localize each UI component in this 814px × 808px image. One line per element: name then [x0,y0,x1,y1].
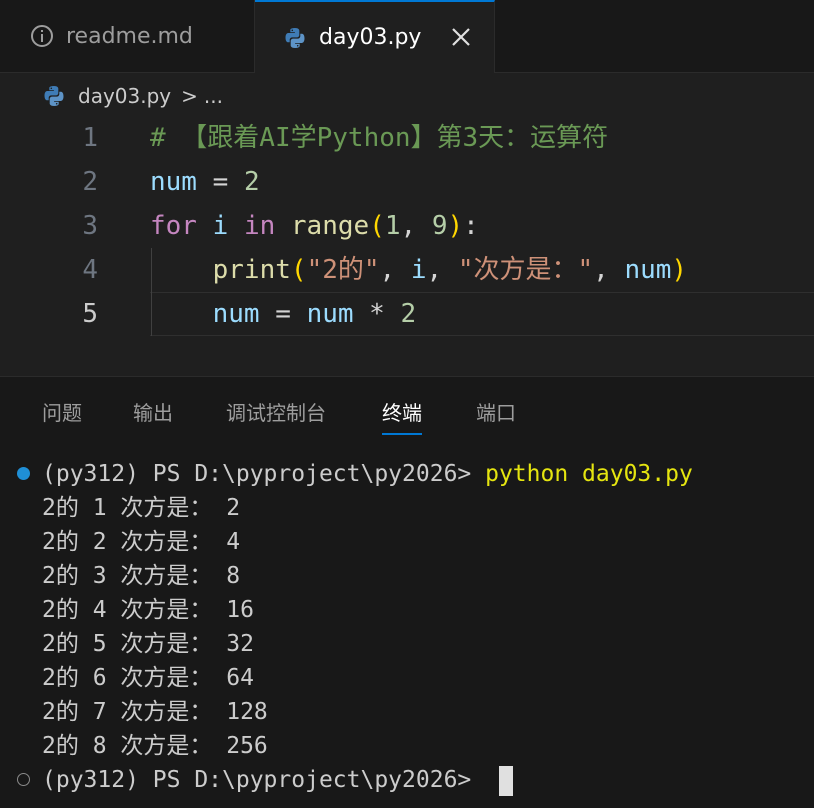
code-token: num [150,167,197,197]
code-text: for i in range(1, 9): [150,204,479,248]
terminal-cursor [499,765,514,796]
line-number: 3 [82,211,98,241]
code-text: # 【跟着AI学Python】第3天：运算符 [150,116,608,160]
code-token: 2 [400,299,417,329]
code-token: , [593,255,625,285]
terminal-final-prompt-line: (py312) PS D:\pyproject\py2026> [42,763,514,797]
code-token: 1 [384,211,401,241]
tab-readme[interactable]: readme.md [0,0,255,72]
breadcrumb: day03.py > ... [42,80,223,112]
code-token: ( [290,255,307,285]
breadcrumb-separator-icon: > [181,84,198,108]
code-token: "次方是：" [457,255,594,285]
code-token: : [463,211,479,241]
terminal-command-line: (py312) PS D:\pyproject\py2026> python d… [42,457,693,491]
breadcrumb-file[interactable]: day03.py [78,84,171,108]
line-number: 5 [82,299,98,329]
terminal-final-prompt: (py312) PS D:\pyproject\py2026> [42,767,486,793]
code-text: num = 2 [150,160,260,204]
terminal-command: python day03.py [485,461,693,487]
code-token: , [400,211,432,241]
close-icon[interactable] [448,24,474,50]
code-token: i [212,211,229,241]
panel-tab-output[interactable]: 输出 [133,397,173,433]
breadcrumb-more[interactable]: ... [204,84,223,108]
command-success-decoration-icon[interactable] [17,467,30,480]
line-number: 2 [82,167,98,197]
code-token: num [624,255,672,285]
terminal-output-line: 2的 2 次方是： 4 [42,529,241,555]
terminal-output-line: 2的 7 次方是： 128 [42,699,268,725]
code-token: print [212,255,291,285]
code-token: for [150,211,197,241]
code-token: num [306,299,354,329]
code-editor[interactable]: 1 # 【跟着AI学Python】第3天：运算符 2 num = 2 3 for i in… [0,116,814,374]
editor-tab-bar: readme.md day03.py [0,0,814,73]
tab-readme-label: readme.md [66,23,193,49]
code-line[interactable]: 4 print("2的", i, "次方是：", num) [0,248,814,292]
terminal-output-line: 2的 5 次方是： 32 [42,631,254,657]
code-token: range [290,211,370,241]
code-token: "2的" [306,255,380,285]
code-line[interactable]: 2 num = 2 [0,160,814,204]
line-number: 1 [82,123,98,153]
code-token: = [259,299,307,329]
panel-tab-debug-console[interactable]: 调试控制台 [226,397,326,433]
code-token: ) [447,211,464,241]
panel-tab-ports[interactable]: 端口 [476,397,516,433]
code-token: i [410,255,427,285]
code-token: * [353,299,401,329]
terminal-output-line: 2的 3 次方是： 8 [42,563,241,589]
tab-day03-label: day03.py [319,25,422,50]
code-line[interactable]: 5 num = num * 2 [0,292,814,336]
code-token: 9 [431,211,448,241]
command-pending-decoration-icon[interactable] [17,773,30,786]
code-token: # 【跟着AI学Python】第3天：运算符 [150,123,609,153]
panel-tab-bar: 问题 输出 调试控制台 终端 端口 [0,377,814,441]
tab-day03[interactable]: day03.py [255,0,495,73]
line-number: 4 [82,255,98,285]
terminal-output-line: 2的 1 次方是： 2 [42,495,241,521]
code-token: , [379,255,411,285]
code-token: , [426,255,458,285]
code-token: num [212,299,260,329]
terminal-output-line: 2的 4 次方是： 16 [42,597,254,623]
code-text: print("2的", i, "次方是：", num) [150,248,687,292]
info-icon [31,25,53,47]
code-token: in [243,211,276,241]
bottom-panel: 问题 输出 调试控制台 终端 端口 (py312) PS D:\pyprojec… [0,376,814,808]
code-token: ) [671,255,688,285]
terminal-output-line: 2的 8 次方是： 256 [42,733,268,759]
terminal-prompt: (py312) PS D:\pyproject\py2026> [42,461,486,487]
code-token: 2 [243,167,260,197]
python-icon [44,86,64,106]
code-text: num = num * 2 [150,292,417,336]
code-line[interactable]: 1 # 【跟着AI学Python】第3天：运算符 [0,116,814,160]
python-icon [285,27,305,48]
code-token: ( [369,211,385,241]
terminal-output-line: 2的 6 次方是： 64 [42,665,254,691]
code-line[interactable]: 3 for i in range(1, 9): [0,204,814,248]
panel-tab-terminal[interactable]: 终端 [382,397,422,435]
indent-guide [151,248,152,336]
code-token: = [196,167,244,197]
panel-tab-problems[interactable]: 问题 [42,397,82,433]
